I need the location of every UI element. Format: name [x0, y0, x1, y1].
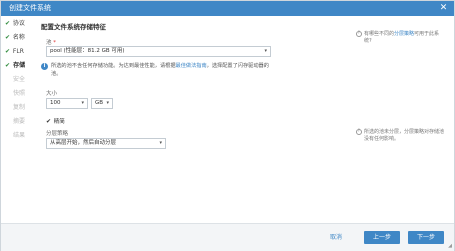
help-icon: ?	[356, 129, 362, 135]
step-results: 结果	[5, 131, 25, 141]
best-practices-link[interactable]: 最佳做法指南	[176, 63, 207, 69]
checkmark-icon: ✔	[5, 34, 11, 41]
step-label: 结果	[13, 132, 26, 139]
step-label: 安全	[13, 76, 26, 83]
info-icon: i	[41, 63, 48, 70]
step-name[interactable]: ✔ 名称	[5, 33, 25, 43]
dialog-footer: 取消 上一步 下一步 ◢	[1, 223, 454, 251]
pool-value: pool (性能层：81.2 GB 可用)	[50, 48, 125, 54]
tiering-policy-select[interactable]: 从高层开始，然后自动分层 ▾	[46, 138, 166, 149]
step-label: 名称	[12, 34, 25, 41]
step-label: 快照	[13, 90, 26, 97]
previous-button[interactable]: 上一步	[364, 231, 400, 244]
step-label: 摘要	[13, 118, 26, 125]
cancel-button[interactable]: 取消	[321, 231, 351, 244]
chevron-down-icon: ▾	[264, 48, 267, 54]
dialog-titlebar: 创建文件系统 ✕	[1, 1, 454, 16]
checkmark-icon: ✔	[46, 118, 52, 125]
dialog-title: 创建文件系统	[9, 4, 51, 12]
checkmark-icon: ✔	[5, 20, 11, 27]
help-icon: ?	[356, 31, 362, 37]
step-label: 协议	[12, 20, 25, 27]
checkmark-icon: ✔	[5, 48, 11, 55]
page-title: 配置文件系统存储特征	[41, 23, 106, 31]
step-label: FLR	[12, 48, 24, 55]
chevron-down-icon: ▾	[106, 100, 109, 106]
step-protocol[interactable]: ✔ 协议	[5, 19, 25, 29]
tiering-policy-value: 从高层开始，然后自动分层	[50, 140, 117, 146]
step-storage[interactable]: ✔ 存储	[5, 61, 25, 71]
checkmark-icon: ✔	[5, 62, 11, 69]
size-unit-select[interactable]: GB ▾	[91, 98, 113, 109]
step-flr[interactable]: ✔ FLR	[5, 47, 24, 57]
step-snapshot: 快照	[5, 89, 25, 99]
step-security: 安全	[5, 75, 25, 85]
step-replication: 复制	[5, 103, 25, 113]
step-label: 复制	[13, 104, 26, 111]
resize-grip-icon[interactable]: ◢	[448, 243, 452, 249]
step-label: 存储	[13, 62, 26, 69]
size-label: 大小	[46, 91, 58, 97]
tiering-policies-link[interactable]: 分层策略	[394, 31, 414, 37]
tiering-policies-help: ? 有哪些不同的分层策略可用于此系统?	[356, 31, 440, 44]
step-summary: 摘要	[5, 117, 25, 127]
thin-label: 精简	[53, 119, 65, 125]
tiering-note: ? 所选的池未分层，分层策略对存储池没有任何影响。	[356, 129, 445, 142]
thin-checkbox[interactable]: ✔ 精简	[46, 117, 65, 125]
create-filesystem-dialog: 创建文件系统 ✕ ✔ 协议 ✔ 名称 ✔ FLR ✔ 存储 安全 快照 复制 摘…	[0, 0, 455, 251]
chevron-down-icon: ▾	[159, 140, 162, 146]
size-unit-value: GB	[95, 100, 104, 106]
pool-label: 池 *	[46, 40, 57, 46]
size-value: 100	[50, 100, 61, 106]
wizard-steps: ✔ 协议 ✔ 名称 ✔ FLR ✔ 存储 安全 快照 复制 摘要 结果	[1, 16, 35, 221]
tiering-policy-label: 分层策略	[46, 131, 69, 137]
storage-form: 配置文件系统存储特征 池 * pool (性能层：81.2 GB 可用) ▾ i…	[41, 16, 341, 221]
next-button[interactable]: 下一步	[408, 231, 444, 244]
pool-select[interactable]: pool (性能层：81.2 GB 可用) ▾	[46, 46, 271, 57]
chevron-down-icon: ▾	[81, 100, 84, 106]
info-text: 所选的池不含任何存储功能。为达到最佳性能，请根据	[51, 63, 176, 69]
size-input[interactable]: 100 ▾	[46, 98, 88, 109]
close-icon[interactable]: ✕	[438, 3, 449, 14]
